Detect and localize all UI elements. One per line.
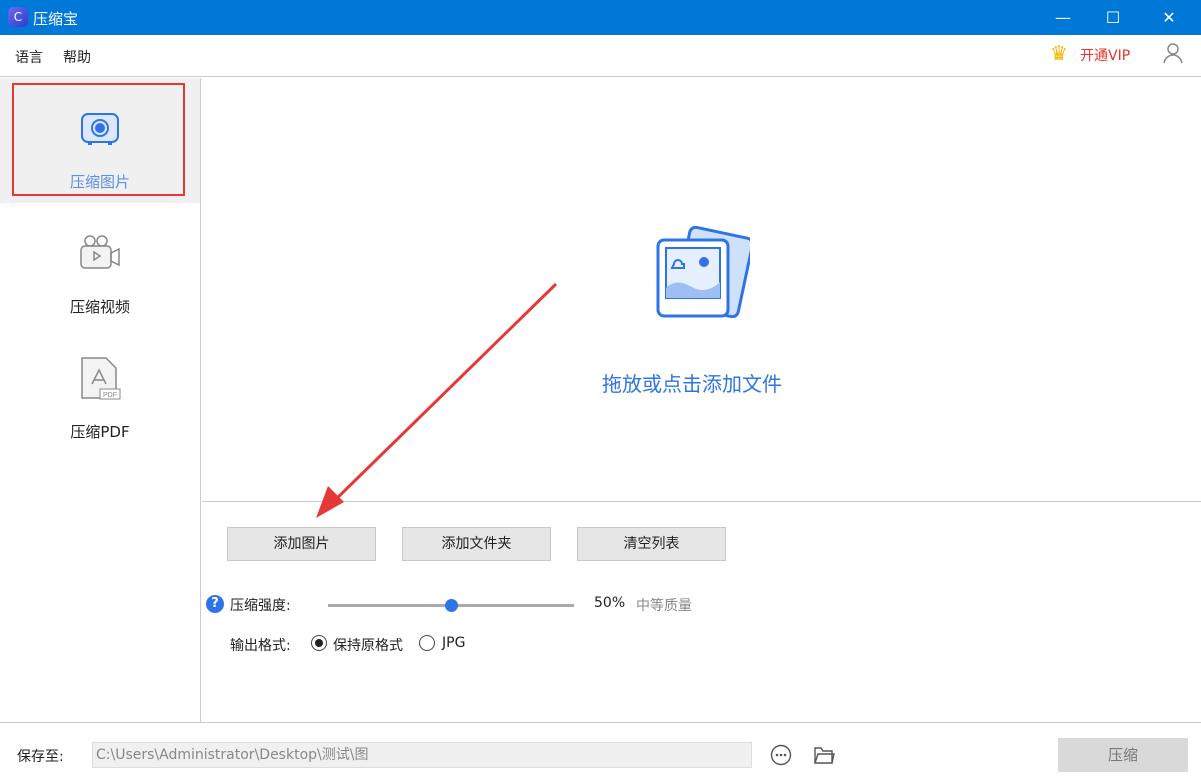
minimize-button[interactable]: —	[1040, 0, 1086, 35]
slider-thumb[interactable]	[444, 599, 458, 612]
crown-icon[interactable]: ♛	[1050, 41, 1068, 65]
format-label: 输出格式:	[230, 638, 291, 654]
pdf-file-icon: PDF	[78, 356, 122, 400]
jpg-label[interactable]: JPG	[442, 635, 465, 651]
app-logo-icon: C	[8, 7, 28, 27]
user-icon[interactable]	[1162, 42, 1184, 69]
help-icon[interactable]: ?	[206, 595, 224, 613]
open-folder-icon[interactable]	[813, 744, 835, 770]
menu-help[interactable]: 帮助	[63, 47, 91, 67]
footer: 保存至: C:\Users\Administrator\Desktop\测试\图…	[0, 722, 1201, 777]
video-camera-icon	[78, 231, 122, 275]
drop-zone-text: 拖放或点击添加文件	[602, 372, 782, 396]
quality-text: 中等质量	[636, 598, 692, 614]
window-title: 压缩宝	[33, 10, 79, 28]
sidebar-label: 压缩视频	[69, 298, 130, 316]
more-options-icon[interactable]	[770, 744, 792, 770]
add-image-button[interactable]: 添加图片	[227, 527, 376, 561]
save-path-field[interactable]: C:\Users\Administrator\Desktop\测试\图	[92, 742, 752, 768]
sidebar-label: 压缩PDF	[70, 423, 130, 441]
vip-link[interactable]: 开通VIP	[1080, 45, 1130, 65]
strength-value: 50%	[594, 595, 626, 611]
title-bar: C 压缩宝 — ☐ ✕	[0, 0, 1201, 35]
pdf-badge: PDF	[103, 392, 117, 399]
radio-keep-format[interactable]	[311, 635, 327, 651]
annotation-highlight-box	[12, 83, 185, 196]
compress-button[interactable]: 压缩	[1058, 738, 1188, 772]
sidebar-item-compress-video[interactable]: 压缩视频	[0, 203, 200, 328]
annotation-arrow	[316, 282, 558, 518]
add-folder-button[interactable]: 添加文件夹	[402, 527, 551, 561]
radio-jpg[interactable]	[419, 635, 435, 651]
save-to-label: 保存至:	[17, 749, 64, 765]
clear-list-button[interactable]: 清空列表	[577, 527, 726, 561]
sidebar-item-compress-pdf[interactable]: PDF 压缩PDF	[0, 328, 200, 453]
strength-label: 压缩强度:	[230, 598, 291, 614]
keep-format-label[interactable]: 保持原格式	[333, 635, 403, 655]
close-button[interactable]: ✕	[1146, 0, 1192, 35]
image-gallery-icon	[654, 225, 755, 322]
maximize-button[interactable]: ☐	[1090, 0, 1136, 35]
menu-bar: 语言 帮助 ♛ 开通VIP	[0, 35, 1201, 77]
menu-language[interactable]: 语言	[15, 47, 43, 67]
